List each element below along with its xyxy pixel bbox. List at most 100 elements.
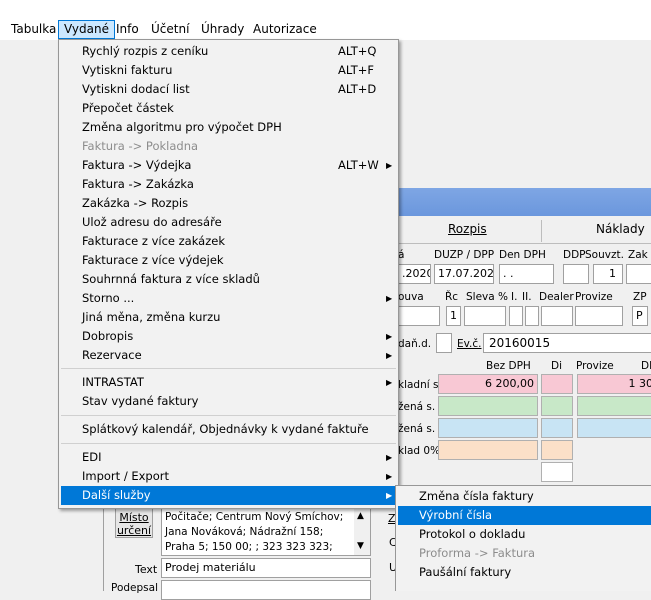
cell-snizena2-provize[interactable] bbox=[577, 418, 651, 438]
menu-item-stav-faktury[interactable]: Stav vydané faktury bbox=[61, 392, 396, 411]
cell-zakladni-provize[interactable]: 1 30 bbox=[577, 374, 651, 394]
menu-bar: Tabulka Vydané Info Účetní Úhrady Autori… bbox=[0, 0, 651, 40]
submenu-item-pausalni[interactable]: Paušální faktury bbox=[398, 563, 651, 582]
zak-field[interactable] bbox=[626, 264, 651, 284]
scroll-down-icon[interactable]: ▼ bbox=[357, 541, 364, 551]
menubar-info[interactable]: Info bbox=[111, 20, 144, 39]
den-dph-field[interactable]: . . bbox=[499, 264, 554, 284]
menu-item-edi[interactable]: EDI ▶ bbox=[61, 448, 396, 467]
cell-snizena1-di[interactable] bbox=[541, 396, 573, 416]
menu-shortcut: ALT+F bbox=[338, 63, 374, 77]
menu-item-vytiskni-dodaci-list[interactable]: Vytiskni dodací list ALT+D bbox=[61, 80, 396, 99]
provize-field[interactable] bbox=[575, 306, 623, 326]
label-sleva: Sleva % bbox=[466, 291, 509, 303]
menu-item-storno[interactable]: Storno ... ▶ bbox=[61, 289, 396, 308]
label-dan-d: daň.d. bbox=[398, 338, 432, 350]
menu-item-label: INTRASTAT bbox=[82, 375, 144, 389]
submenu-arrow-icon: ▶ bbox=[386, 378, 393, 387]
label-bez-dph: Bez DPH bbox=[486, 360, 531, 372]
dan-d-field[interactable] bbox=[436, 333, 452, 353]
menu-item-label: EDI bbox=[82, 450, 102, 464]
sleva-ii-field[interactable] bbox=[525, 306, 539, 326]
menubar-uhrady[interactable]: Úhrady bbox=[196, 20, 249, 39]
misto-urceni-button[interactable]: Místo určení bbox=[115, 508, 153, 538]
menu-item-souhrnna-faktura[interactable]: Souhrnná faktura z více skladů bbox=[61, 270, 396, 289]
menu-item-vytiskni-fakturu[interactable]: Vytiskni fakturu ALT+F bbox=[61, 61, 396, 80]
menu-item-intrastat[interactable]: INTRASTAT ▶ bbox=[61, 373, 396, 392]
submenu-item-vyrobni-cisla[interactable]: Výrobní čísla bbox=[398, 506, 651, 525]
menubar-tabulka[interactable]: Tabulka bbox=[6, 20, 61, 39]
zp-field[interactable]: P bbox=[632, 306, 648, 326]
menu-item-prepocet-castek[interactable]: Přepočet částek bbox=[61, 99, 396, 118]
cell-zakladni-bez-dph[interactable]: 6 200,00 bbox=[438, 374, 538, 394]
cell-zakladni-di[interactable] bbox=[541, 374, 573, 394]
menu-item-import-export[interactable]: Import / Export ▶ bbox=[61, 467, 396, 486]
scroll-up-icon[interactable]: ▲ bbox=[357, 511, 364, 521]
label-di: Di bbox=[551, 360, 563, 372]
address-text: Počitače; Centrum Nový Smíchov; Jana Nov… bbox=[165, 511, 344, 553]
sleva-field[interactable] bbox=[464, 306, 506, 326]
menu-item-fakturace-zakazek[interactable]: Fakturace z více zakázek bbox=[61, 232, 396, 251]
cell-total-di[interactable] bbox=[541, 462, 573, 482]
cell-zaklad0-bez-dph[interactable] bbox=[438, 440, 538, 460]
menu-item-faktura-vydejka[interactable]: Faktura -> Výdejka ALT+W ▶ bbox=[61, 156, 396, 175]
menu-item-label: Storno ... bbox=[82, 291, 135, 305]
ouva-field[interactable] bbox=[398, 306, 440, 326]
cell-snizena1-bez-dph[interactable] bbox=[438, 396, 538, 416]
menu-item-jina-mena[interactable]: Jiná měna, změna kurzu bbox=[61, 308, 396, 327]
menu-item-label: Souhrnná faktura z více skladů bbox=[82, 272, 260, 286]
dealer-field[interactable] bbox=[541, 306, 573, 326]
date-field-1[interactable]: .2020 bbox=[398, 264, 431, 284]
address-scrollbar[interactable]: ▲ ▼ bbox=[354, 509, 370, 555]
menu-separator bbox=[61, 368, 396, 369]
podepsal-field[interactable] bbox=[161, 580, 371, 600]
rc-field[interactable]: 1 bbox=[446, 306, 461, 326]
submenu-arrow-icon: ▶ bbox=[386, 332, 393, 341]
menu-item-label: Splátkový kalendář, Objednávky k vydané … bbox=[82, 422, 369, 436]
row-label-zakladni: kladní s. bbox=[398, 379, 442, 391]
cell-snizena2-bez-dph[interactable] bbox=[438, 418, 538, 438]
menu-item-label: Přepočet částek bbox=[82, 101, 174, 115]
menu-item-rychly-rozpis[interactable]: Rychlý rozpis z ceníku ALT+Q bbox=[61, 42, 396, 61]
evc-field[interactable]: 20160015 bbox=[483, 333, 651, 353]
ddp-field[interactable] bbox=[563, 264, 589, 284]
menu-item-label: Rychlý rozpis z ceníku bbox=[82, 44, 209, 58]
label-text: Text bbox=[135, 563, 158, 576]
menu-item-faktura-zakazka[interactable]: Faktura -> Zakázka bbox=[61, 175, 396, 194]
menu-item-zakazka-rozpis[interactable]: Zakázka -> Rozpis bbox=[61, 194, 396, 213]
cell-snizena1-provize[interactable] bbox=[577, 396, 651, 416]
submenu-item-protokol[interactable]: Protokol o dokladu bbox=[398, 525, 651, 544]
menu-item-splatkovy-kalendar[interactable]: Splátkový kalendář, Objednávky k vydané … bbox=[61, 420, 396, 439]
menu-item-label: Zakázka -> Rozpis bbox=[82, 196, 189, 210]
menu-item-dobropis[interactable]: Dobropis ▶ bbox=[61, 327, 396, 346]
menubar-ucetni[interactable]: Účetní bbox=[146, 20, 194, 39]
label-evc: Ev.č. bbox=[457, 338, 482, 350]
menu-item-label: Ulož adresu do adresáře bbox=[82, 215, 222, 229]
duzp-field[interactable]: 17.07.2020 bbox=[434, 264, 494, 284]
submenu-item-proforma: Proforma -> Faktura bbox=[398, 544, 651, 563]
tab-divider bbox=[541, 220, 542, 242]
misto-urceni-label: Místo určení bbox=[116, 511, 152, 537]
menubar-vydane[interactable]: Vydané bbox=[58, 20, 115, 39]
address-box[interactable]: Počitače; Centrum Nový Smíchov; Jana Nov… bbox=[161, 508, 371, 556]
souvzt-field[interactable]: 1 bbox=[593, 264, 623, 284]
cell-zaklad0-di[interactable] bbox=[541, 440, 573, 460]
menu-item-dalsi-sluzby[interactable]: Další služby ▶ bbox=[61, 486, 396, 505]
text-field[interactable]: Prodej materiálu bbox=[161, 558, 371, 578]
cell-snizena2-di[interactable] bbox=[541, 418, 573, 438]
submenu-arrow-icon: ▶ bbox=[386, 351, 393, 360]
submenu-item-zmena-cisla[interactable]: Změna čísla faktury bbox=[398, 487, 651, 506]
menu-item-uloz-adresu[interactable]: Ulož adresu do adresáře bbox=[61, 213, 396, 232]
label-den-dph: Den DPH bbox=[499, 249, 546, 261]
label-ddp: DDP bbox=[563, 249, 586, 261]
menu-item-zmena-algoritmu[interactable]: Změna algoritmu pro výpočet DPH bbox=[61, 118, 396, 137]
menu-item-rezervace[interactable]: Rezervace ▶ bbox=[61, 346, 396, 365]
menu-shortcut: ALT+W bbox=[338, 158, 379, 172]
tab-rozpis[interactable]: Rozpis bbox=[448, 222, 487, 236]
label-souvzt: Souvzt. bbox=[585, 249, 624, 261]
tab-naklady[interactable]: Náklady bbox=[596, 222, 645, 236]
menubar-autorizace[interactable]: Autorizace bbox=[248, 20, 322, 39]
menu-item-fakturace-vydejek[interactable]: Fakturace z více výdejek bbox=[61, 251, 396, 270]
sleva-i-field[interactable] bbox=[509, 306, 523, 326]
menu-item-label: Stav vydané faktury bbox=[82, 394, 199, 408]
